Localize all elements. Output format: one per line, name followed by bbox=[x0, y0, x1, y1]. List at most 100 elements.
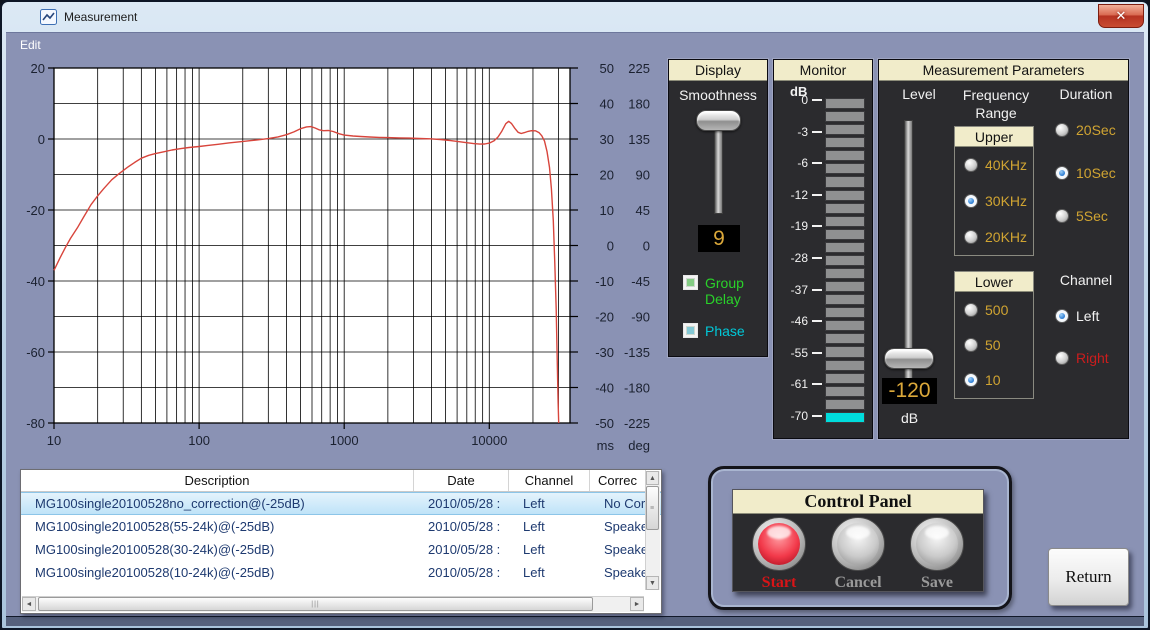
meter-segment bbox=[825, 124, 865, 136]
radio-label: 500 bbox=[985, 301, 1009, 318]
svg-text:-60: -60 bbox=[26, 345, 45, 360]
meter-segment bbox=[825, 111, 865, 123]
svg-text:-45: -45 bbox=[631, 274, 650, 289]
monitor-tick: -6 bbox=[776, 156, 822, 170]
radio-30khz[interactable]: 30KHz bbox=[964, 193, 1033, 209]
radio-button-icon[interactable] bbox=[1055, 209, 1069, 223]
radio-label: 40KHz bbox=[985, 157, 1028, 173]
radio-20sec[interactable]: 20Sec bbox=[1055, 122, 1116, 138]
group-delay-checkbox[interactable] bbox=[683, 275, 698, 290]
meter-segment bbox=[825, 307, 865, 319]
level-slider-thumb[interactable] bbox=[884, 348, 934, 369]
monitor-tick: -3 bbox=[776, 125, 822, 139]
radio-button-icon[interactable] bbox=[1055, 123, 1069, 137]
scroll-left-button[interactable]: ◄ bbox=[22, 597, 36, 611]
table-row[interactable]: MG100single20100528(55-24k)@(-25dB) 2010/… bbox=[21, 515, 661, 538]
svg-text:deg: deg bbox=[628, 438, 650, 453]
svg-text:20: 20 bbox=[31, 61, 45, 76]
start-button-label: Start bbox=[761, 574, 797, 591]
radio-button-icon[interactable] bbox=[1055, 309, 1069, 323]
duration-label: Duration bbox=[1059, 86, 1113, 102]
radio-button-icon[interactable] bbox=[964, 337, 978, 352]
smoothness-value: 9 bbox=[698, 225, 740, 252]
table-cell: 2010/05/28 : bbox=[428, 565, 501, 580]
radio-10[interactable]: 10 bbox=[964, 372, 1033, 388]
horizontal-scroll-thumb[interactable]: ||| bbox=[38, 597, 593, 611]
radio-button-icon[interactable] bbox=[1055, 166, 1069, 180]
radio-20khz[interactable]: 20KHz bbox=[964, 229, 1033, 245]
start-button[interactable] bbox=[752, 517, 806, 571]
scroll-up-button[interactable]: ▲ bbox=[646, 471, 659, 485]
monitor-tick: -46 bbox=[776, 314, 822, 328]
table-cell: MG100single20100528no_correction@(-25dB) bbox=[35, 496, 305, 511]
meter-segment bbox=[825, 254, 865, 267]
measurement-parameters-panel: Measurement Parameters Level -120 dB Fre… bbox=[878, 59, 1129, 439]
vertical-scrollbar[interactable]: ▲ ≡ ▼ bbox=[645, 471, 660, 590]
phase-checkbox-row[interactable]: Phase bbox=[683, 323, 745, 339]
meter-segment bbox=[825, 202, 865, 214]
radio-button-icon[interactable] bbox=[1055, 351, 1069, 365]
radio-button-icon[interactable] bbox=[964, 158, 978, 172]
monitor-scale: 0 -3 -6 -12 -19 -28 -37 -46 -55 -61 -70 bbox=[776, 93, 822, 423]
window-title: Measurement bbox=[64, 10, 138, 24]
level-label: Level bbox=[902, 86, 936, 102]
table-cell: Left bbox=[523, 542, 545, 557]
h-grip-icon: ||| bbox=[311, 600, 320, 608]
table-row[interactable]: MG100single20100528(30-24k)@(-25dB) 2010/… bbox=[21, 538, 661, 561]
radio-button-icon[interactable] bbox=[964, 230, 978, 244]
table-row[interactable]: MG100single20100528(10-24k)@(-25dB) 2010/… bbox=[21, 561, 661, 584]
monitor-tick: -19 bbox=[776, 219, 822, 233]
svg-text:10: 10 bbox=[47, 433, 61, 448]
radio-10sec[interactable]: 10Sec bbox=[1055, 165, 1116, 181]
column-header-description[interactable]: Description bbox=[21, 470, 414, 491]
radio-label: 30KHz bbox=[985, 193, 1028, 209]
horizontal-scrollbar[interactable]: ◄ ||| ► bbox=[22, 596, 644, 612]
smoothness-slider-thumb[interactable] bbox=[696, 110, 741, 131]
svg-text:225: 225 bbox=[628, 61, 650, 76]
radio-50[interactable]: 50 bbox=[964, 337, 1033, 353]
radio-left[interactable]: Left bbox=[1055, 308, 1109, 324]
svg-text:-40: -40 bbox=[26, 274, 45, 289]
return-button[interactable]: Return bbox=[1048, 548, 1129, 606]
monitor-panel: Monitor dB 0 -3 -6 -12 -19 -28 -37 -46 -55 -61 -70 bbox=[773, 59, 873, 439]
tick-dash bbox=[812, 414, 822, 417]
svg-text:-20: -20 bbox=[595, 310, 614, 325]
radio-40khz[interactable]: 40KHz bbox=[964, 157, 1033, 173]
close-button[interactable]: ✕ bbox=[1098, 4, 1144, 28]
radio-button-icon[interactable] bbox=[964, 194, 978, 208]
group-delay-checkbox-row[interactable]: Group Delay bbox=[683, 275, 757, 307]
tick-dash bbox=[812, 162, 822, 165]
table-cell: Speaker bbox=[604, 565, 646, 580]
measurement-list: Description Date Channel Correc MG100single… bbox=[20, 469, 662, 614]
tick-dash bbox=[812, 351, 822, 354]
radio-500[interactable]: 500 bbox=[964, 302, 1033, 318]
radio-button-icon[interactable] bbox=[964, 302, 978, 317]
meter-segment bbox=[825, 372, 865, 384]
meter-segment bbox=[825, 411, 865, 423]
save-button[interactable] bbox=[910, 517, 964, 571]
scroll-right-icon: ► bbox=[633, 600, 641, 608]
monitor-tick: -61 bbox=[776, 377, 822, 391]
svg-text:50: 50 bbox=[600, 61, 614, 76]
svg-text:-40: -40 bbox=[595, 381, 614, 396]
lower-range-header: Lower bbox=[955, 272, 1033, 292]
vertical-scroll-thumb[interactable]: ≡ bbox=[646, 486, 659, 530]
table-cell: 2010/05/28 : bbox=[428, 519, 501, 534]
scroll-down-button[interactable]: ▼ bbox=[646, 576, 659, 590]
table-row[interactable]: MG100single20100528no_correction@(-25dB)… bbox=[21, 492, 661, 515]
cancel-button[interactable] bbox=[831, 517, 885, 571]
svg-text:-90: -90 bbox=[631, 310, 650, 325]
meter-segment bbox=[825, 228, 865, 240]
level-slider-track[interactable] bbox=[904, 120, 913, 382]
phase-checkbox[interactable] bbox=[683, 323, 698, 338]
radio-button-icon[interactable] bbox=[964, 373, 978, 388]
radio-5sec[interactable]: 5Sec bbox=[1055, 208, 1116, 224]
column-header-correc[interactable]: Correc bbox=[590, 470, 646, 491]
monitor-tick: -28 bbox=[776, 251, 822, 265]
meter-segment bbox=[825, 398, 865, 410]
menu-edit[interactable]: Edit bbox=[20, 38, 41, 52]
column-header-date[interactable]: Date bbox=[414, 470, 509, 491]
column-header-channel[interactable]: Channel bbox=[509, 470, 590, 491]
scroll-right-button[interactable]: ► bbox=[630, 597, 644, 611]
radio-right[interactable]: Right bbox=[1055, 350, 1109, 366]
